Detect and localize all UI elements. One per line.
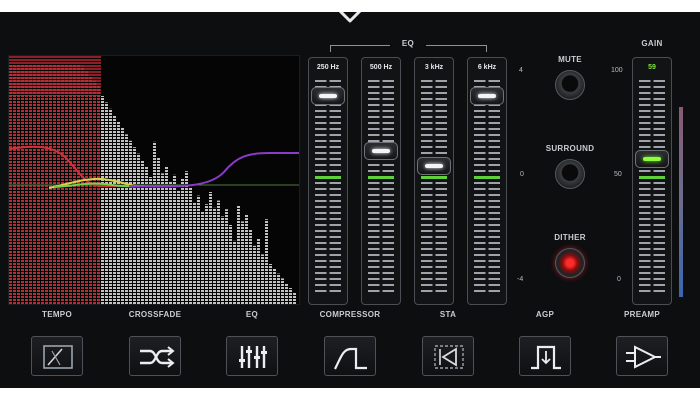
gain-scale-top: 100 <box>611 67 623 74</box>
crossfade-icon <box>140 346 175 368</box>
spectrum-bar <box>261 254 264 304</box>
gain-scale-bottom: 0 <box>617 276 621 283</box>
eq-slider-4[interactable]: 6 kHz <box>467 57 507 305</box>
eq-knob[interactable] <box>417 157 451 175</box>
effect-label: EQ <box>245 310 259 319</box>
effect-label: COMPRESSOR <box>319 310 381 319</box>
eq-title: EQ <box>390 39 426 48</box>
spectrum-bar <box>113 115 116 304</box>
preamp-icon <box>626 345 661 369</box>
spectrum-bar <box>217 200 220 304</box>
spectrum-bar <box>157 157 160 304</box>
gain-scale-mid: 50 <box>614 171 622 178</box>
surround-button[interactable] <box>555 159 585 189</box>
spectrum-bar <box>37 64 40 304</box>
spectrum-bar <box>265 219 268 304</box>
gain-level-meter <box>679 107 683 297</box>
spectrum-bar <box>89 76 92 304</box>
spectrum-bar <box>25 64 28 304</box>
effect-button-eq[interactable] <box>226 336 278 376</box>
spectrum-bar <box>277 273 280 304</box>
mute-label: MUTE <box>558 55 582 64</box>
spectrum-bar <box>125 134 128 304</box>
spectrum-bar <box>13 64 16 304</box>
spectrum-bar <box>201 211 204 304</box>
gain-knob[interactable] <box>635 150 669 168</box>
eq-scale-mid: 0 <box>520 171 524 178</box>
effect-label: PREAMP <box>623 310 661 319</box>
spectrum-bar <box>185 171 188 304</box>
eq-scale-bottom: -4 <box>517 276 524 283</box>
spectrum-bar <box>33 64 36 304</box>
spectrum-bar <box>117 121 120 304</box>
eq-knob[interactable] <box>470 87 504 105</box>
spectrum-bar <box>29 64 32 304</box>
spectrum-bar <box>205 204 208 304</box>
eq-knob[interactable] <box>311 87 345 105</box>
eq-sliders-icon <box>239 346 267 368</box>
spectrum-bar <box>45 64 48 304</box>
effect-label: STA <box>439 310 457 319</box>
gain-slider[interactable]: 59 <box>632 57 672 305</box>
spectrum-bar <box>53 64 56 304</box>
mute-button[interactable] <box>555 70 585 100</box>
gain-value: 59 <box>648 64 656 71</box>
spectrum-bar <box>169 182 172 304</box>
eq-band-label: 3 kHz <box>424 64 444 71</box>
effect-label: TEMPO <box>42 310 72 319</box>
spectrum-analyzer <box>8 55 300 305</box>
equalizer-app: EQ 250 Hz 500 Hz 3 kHz 6 kHz 4 0 -4 MUTE SU… <box>0 12 700 388</box>
spectrum-bar <box>129 140 132 304</box>
eq-band-label: 250 Hz <box>316 64 340 71</box>
eq-scale-top: 4 <box>519 67 523 74</box>
spectrum-bar <box>281 278 284 304</box>
tempo-icon <box>43 345 73 369</box>
eq-band-label: 6 kHz <box>477 64 497 71</box>
effect-label: AGP <box>535 310 555 319</box>
compressor-icon <box>334 347 367 370</box>
spectrum-bar <box>137 153 140 304</box>
eq-slider-2[interactable]: 500 Hz <box>361 57 401 305</box>
gain-title: GAIN <box>641 39 663 48</box>
effect-button-agp[interactable] <box>519 336 571 376</box>
spectrum-bar <box>173 174 176 304</box>
effect-button-crossfade[interactable] <box>129 336 181 376</box>
effect-button-tempo[interactable] <box>31 336 83 376</box>
effect-button-sta[interactable] <box>422 336 474 376</box>
spectrum-bar <box>93 80 96 304</box>
spectrum-bar <box>41 64 44 304</box>
eq-band-label: 500 Hz <box>369 64 393 71</box>
eq-knob[interactable] <box>364 142 398 160</box>
agp-icon <box>531 345 561 370</box>
spectrum-bar <box>17 64 20 304</box>
sta-icon <box>434 345 464 369</box>
chevron-down-icon[interactable] <box>336 12 364 26</box>
dither-label: DITHER <box>554 233 586 242</box>
effect-label: CROSSFADE <box>128 310 182 319</box>
eq-slider-1[interactable]: 250 Hz <box>308 57 348 305</box>
effect-button-preamp[interactable] <box>616 336 668 376</box>
dither-button[interactable] <box>555 248 585 278</box>
spectrum-bar <box>57 64 60 304</box>
eq-slider-3[interactable]: 3 kHz <box>414 57 454 305</box>
surround-label: SURROUND <box>545 144 595 153</box>
effect-button-compressor[interactable] <box>324 336 376 376</box>
spectrum-bar <box>269 264 272 304</box>
spectrum-bar <box>105 102 108 304</box>
spectrum-bar <box>9 64 12 304</box>
spectrum-bar <box>49 64 52 304</box>
spectrum-bar <box>21 64 24 304</box>
